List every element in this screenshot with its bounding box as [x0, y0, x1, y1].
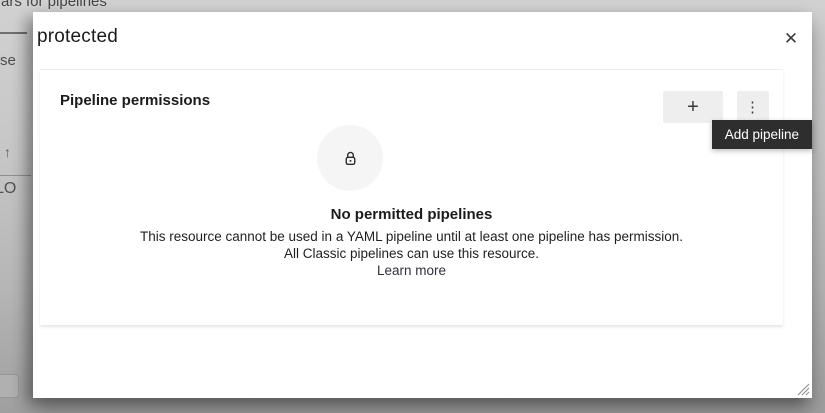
- empty-state-description-line2: All Classic pipelines can use this resou…: [40, 246, 783, 261]
- empty-state-title: No permitted pipelines: [40, 206, 783, 223]
- learn-more-link[interactable]: Learn more: [40, 263, 783, 278]
- background-text-fragment: se: [0, 52, 16, 69]
- empty-state-description-line1: This resource cannot be used in a YAML p…: [40, 229, 783, 244]
- close-icon: ✕: [784, 29, 798, 49]
- pipeline-permissions-panel: protected ✕ Pipeline permissions + ⋮ Add…: [33, 12, 812, 398]
- background-text-fragment: ars for pipelines: [1, 0, 107, 10]
- add-pipeline-tooltip: Add pipeline: [712, 120, 812, 149]
- background-arrow-fragment: ↑: [4, 144, 11, 160]
- lock-icon: [342, 150, 359, 167]
- pipeline-permissions-card: Pipeline permissions + ⋮ Add pipeline No…: [40, 69, 783, 325]
- background-text-fragment: LO: [0, 180, 16, 198]
- kebab-icon: ⋮: [745, 98, 761, 116]
- background-divider: [0, 32, 27, 34]
- plus-icon: +: [687, 96, 699, 119]
- lock-illustration: [317, 125, 383, 191]
- add-pipeline-button[interactable]: +: [663, 91, 723, 123]
- close-button[interactable]: ✕: [775, 23, 807, 55]
- card-heading: Pipeline permissions: [60, 92, 210, 109]
- panel-title: protected: [37, 26, 118, 48]
- resize-handle[interactable]: [797, 383, 810, 396]
- more-options-button[interactable]: ⋮: [737, 91, 769, 123]
- background-divider: [0, 175, 31, 176]
- background-button-fragment: [0, 374, 19, 398]
- resize-grip-icon: [797, 383, 810, 396]
